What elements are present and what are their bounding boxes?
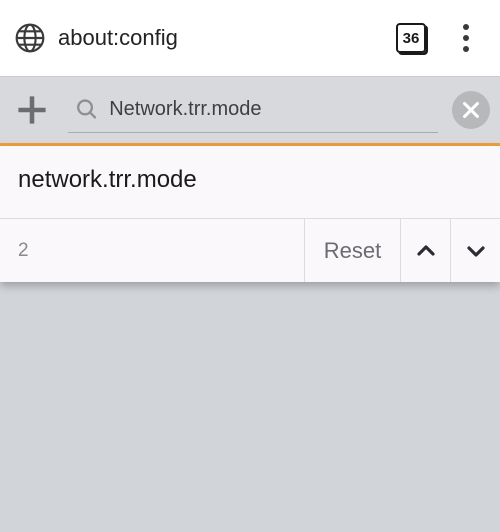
plus-icon bbox=[15, 93, 49, 127]
decrement-button[interactable] bbox=[450, 219, 500, 282]
chevron-up-icon bbox=[414, 239, 438, 263]
browser-chrome-bar: about:config 36 bbox=[0, 0, 500, 76]
pref-value[interactable]: 2 bbox=[0, 219, 304, 282]
increment-button[interactable] bbox=[400, 219, 450, 282]
address-bar-url[interactable]: about:config bbox=[58, 25, 384, 51]
pref-result-card: network.trr.mode 2 Reset bbox=[0, 146, 500, 282]
clear-search-button[interactable] bbox=[452, 91, 490, 129]
menu-dots-icon bbox=[463, 24, 469, 30]
search-input[interactable] bbox=[109, 98, 430, 121]
close-icon bbox=[460, 99, 482, 121]
pref-value-row: 2 Reset bbox=[0, 218, 500, 282]
search-field-wrap bbox=[68, 87, 438, 133]
menu-button[interactable] bbox=[446, 24, 486, 52]
tab-count-button[interactable]: 36 bbox=[396, 23, 426, 53]
reset-button[interactable]: Reset bbox=[304, 219, 400, 282]
chevron-down-icon bbox=[464, 239, 488, 263]
search-icon bbox=[74, 95, 99, 123]
config-toolbar bbox=[0, 76, 500, 146]
globe-icon bbox=[14, 22, 46, 54]
add-pref-button[interactable] bbox=[10, 88, 54, 132]
pref-name[interactable]: network.trr.mode bbox=[0, 146, 500, 218]
